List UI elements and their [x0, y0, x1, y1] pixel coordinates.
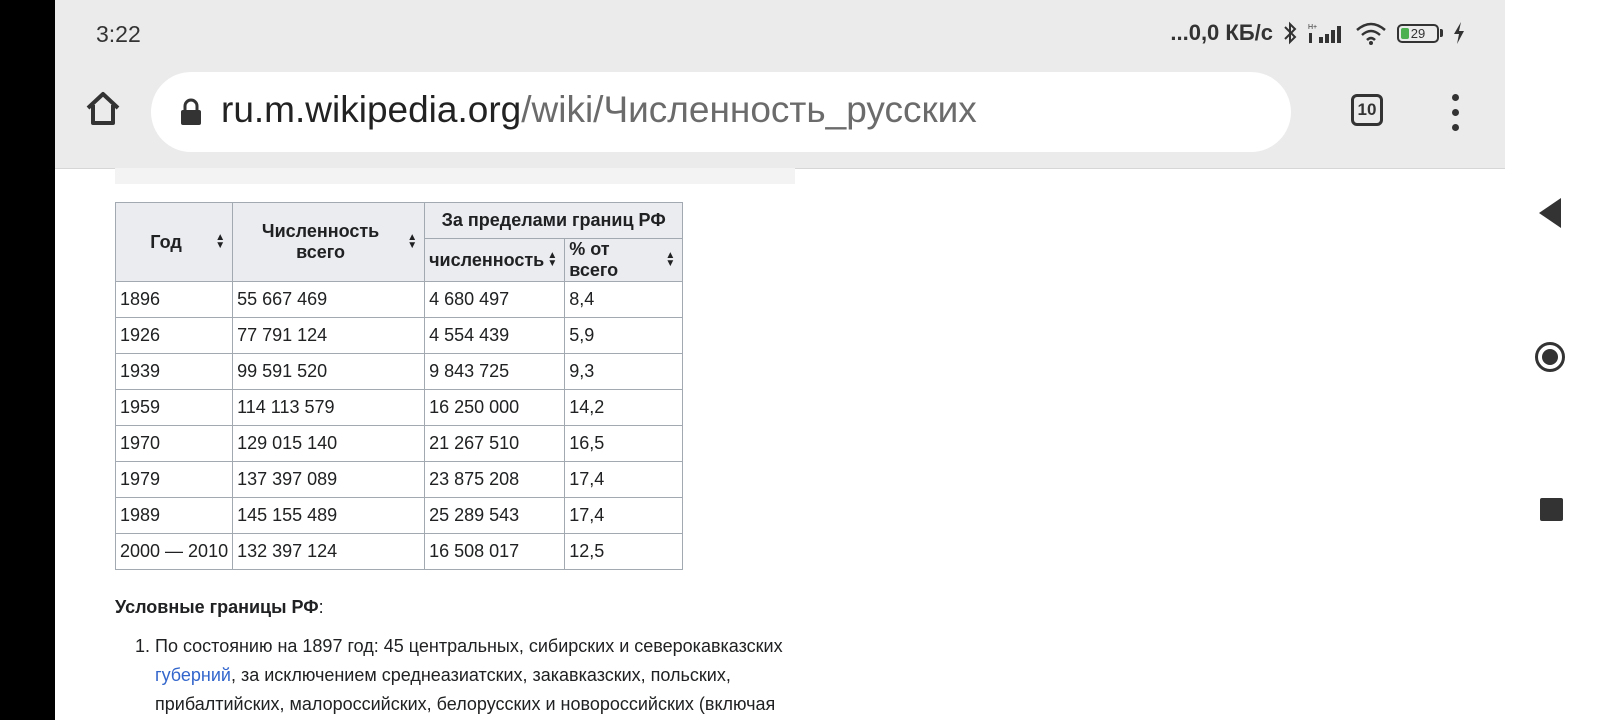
net-speed: ...0,0 КБ/с	[1170, 20, 1273, 45]
home-icon[interactable]	[83, 88, 123, 128]
link-gubernii[interactable]: губерний	[155, 665, 231, 685]
cell-percent: 12,5	[564, 533, 684, 570]
bluetooth-icon	[1284, 21, 1297, 45]
table-row: 1939 99 591 520 9 843 725 9,3	[114, 353, 684, 390]
header-year-label: Год	[150, 231, 182, 252]
cell-outside: 16 508 017	[424, 533, 566, 570]
cell-percent: 14,2	[564, 389, 684, 426]
note-text-cont: , за исключением среднеазиатских, закавк…	[155, 665, 776, 714]
cell-percent: 5,9	[564, 317, 684, 354]
cell-total: 145 155 489	[232, 497, 426, 534]
cell-percent: 8,4	[564, 281, 684, 318]
header-percent-label: % от всего	[569, 239, 619, 280]
conditions-heading: Условные границы РФ	[115, 597, 319, 617]
battery-icon: 29	[1397, 23, 1443, 43]
recents-icon[interactable]	[1540, 498, 1563, 521]
cell-total: 132 397 124	[232, 533, 426, 570]
header-count-label: численность	[429, 249, 545, 270]
table-row: 1926 77 791 124 4 554 439 5,9	[114, 317, 684, 354]
cell-year: 1959	[114, 389, 234, 426]
cell-percent: 16,5	[564, 425, 684, 462]
cell-outside: 25 289 543	[424, 497, 566, 534]
conditions-heading-line: Условные границы РФ:	[115, 597, 324, 618]
table-row: 2000 — 2010 132 397 124 16 508 017 12,5	[114, 533, 684, 570]
cell-percent: 17,4	[564, 497, 684, 534]
cell-outside: 9 843 725	[424, 353, 566, 390]
table-row: 1970 129 015 140 21 267 510 16,5	[114, 425, 684, 462]
tabs-icon[interactable]: 10	[1351, 94, 1383, 126]
collapsed-row	[115, 168, 795, 184]
header-percent[interactable]: % от всего ▲ ▼	[564, 238, 684, 282]
status-time: 3:22	[96, 21, 141, 47]
cell-total: 114 113 579	[232, 389, 426, 426]
table-row: 1989 145 155 489 25 289 543 17,4	[114, 497, 684, 534]
cell-outside: 23 875 208	[424, 461, 566, 498]
cell-year: 1926	[114, 317, 234, 354]
wifi-icon	[1356, 22, 1386, 45]
header-outside-group: За пределами границ РФ	[424, 202, 684, 239]
sort-icon: ▲ ▼	[407, 232, 418, 251]
table-row: 1896 55 667 469 4 680 497 8,4	[114, 281, 684, 318]
cell-total: 129 015 140	[232, 425, 426, 462]
svg-text:H+: H+	[1308, 24, 1317, 31]
note-text: По состоянию на 1897 год: 45 центральных…	[155, 636, 783, 656]
cell-outside: 21 267 510	[424, 425, 566, 462]
cell-total: 55 667 469	[232, 281, 426, 318]
url-bar[interactable]: ru.m.wikipedia.org/wiki/Численность_русс…	[151, 72, 1291, 152]
cell-percent: 9,3	[564, 353, 684, 390]
url-text[interactable]: ru.m.wikipedia.org/wiki/Численность_русс…	[221, 89, 977, 131]
browser-toolbar: 3:22 ...0,0 КБ/с H+ 29 ru.m.wikipedia.or…	[55, 0, 1505, 169]
cell-total: 137 397 089	[232, 461, 426, 498]
more-vert-icon[interactable]	[1450, 94, 1460, 131]
url-path: /wiki/Численность_русских	[521, 89, 977, 130]
system-nav-bar	[1505, 0, 1600, 720]
cell-total: 99 591 520	[232, 353, 426, 390]
cell-outside: 16 250 000	[424, 389, 566, 426]
sort-icon: ▲ ▼	[547, 250, 558, 269]
status-icons: ...0,0 КБ/с H+ 29	[1170, 20, 1465, 46]
conditions-colon: :	[318, 597, 324, 617]
cell-year: 2000 — 2010	[114, 533, 234, 570]
tab-count: 10	[1357, 100, 1377, 119]
cell-year: 1970	[114, 425, 234, 462]
browser-screen: 3:22 ...0,0 КБ/с H+ 29 ru.m.wikipedia.or…	[55, 0, 1505, 720]
charging-icon	[1454, 22, 1464, 44]
cell-year: 1939	[114, 353, 234, 390]
conditions-list: По состоянию на 1897 год: 45 центральных…	[115, 632, 845, 719]
header-outside-label: За пределами границ РФ	[441, 210, 666, 230]
signal-icon: H+	[1308, 24, 1341, 43]
header-total[interactable]: Численность всего ▲ ▼	[232, 202, 426, 282]
header-year[interactable]: Год ▲ ▼	[114, 202, 234, 282]
sort-icon: ▲ ▼	[665, 250, 676, 269]
table-row: 1959 114 113 579 16 250 000 14,2	[114, 389, 684, 426]
lock-icon	[181, 98, 201, 125]
sort-icon: ▲ ▼	[215, 232, 226, 251]
home-circle-icon[interactable]	[1535, 342, 1565, 372]
header-total-label: Численность всего	[261, 221, 380, 262]
cell-total: 77 791 124	[232, 317, 426, 354]
list-item: По состоянию на 1897 год: 45 центральных…	[155, 632, 845, 719]
cell-year: 1896	[114, 281, 234, 318]
cell-percent: 17,4	[564, 461, 684, 498]
header-count[interactable]: численность ▲ ▼	[424, 238, 566, 282]
back-icon[interactable]	[1539, 198, 1561, 228]
cell-year: 1979	[114, 461, 234, 498]
table-row: 1979 137 397 089 23 875 208 17,4	[114, 461, 684, 498]
population-table: Год ▲ ▼ Численность всего ▲ ▼ За пределами…	[114, 202, 684, 570]
battery-level: 29	[1410, 25, 1426, 41]
cell-outside: 4 680 497	[424, 281, 566, 318]
cell-year: 1989	[114, 497, 234, 534]
url-host: ru.m.wikipedia.org	[221, 89, 522, 130]
cell-outside: 4 554 439	[424, 317, 566, 354]
